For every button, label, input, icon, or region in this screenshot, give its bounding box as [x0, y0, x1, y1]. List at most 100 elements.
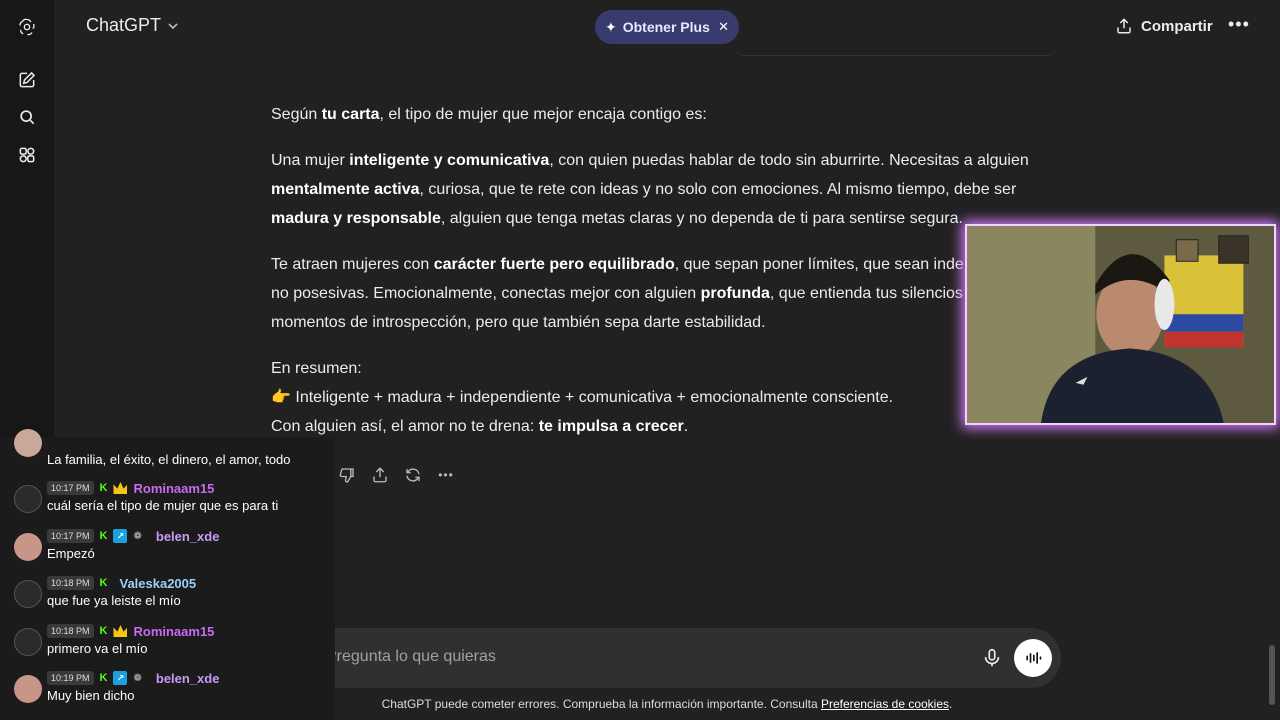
bold-span: profunda: [700, 285, 770, 302]
share-response-icon[interactable]: [369, 464, 391, 486]
message-paragraph: Según tu carta, el tipo de mujer que mej…: [271, 100, 1051, 129]
share-label: Compartir: [1141, 17, 1213, 35]
chat-username[interactable]: belen_xde: [156, 671, 220, 686]
chat-text: primero va el mío: [47, 641, 148, 656]
text-span: Te atraen mujeres con: [271, 256, 434, 273]
app-title: ChatGPT: [86, 15, 162, 35]
text-span: momentos de introspección, pero que tamb…: [271, 314, 766, 331]
avatar: [14, 429, 42, 457]
bold-span: tu carta: [321, 106, 380, 123]
new-chat-icon[interactable]: [13, 66, 41, 94]
chat-username[interactable]: Valeska2005: [119, 576, 196, 591]
chat-meta: 10:18 PM K Rominaam15: [47, 622, 214, 640]
chat-text: Muy bien dicho: [47, 688, 135, 703]
sub-badge-icon: ↗: [113, 529, 128, 543]
share-icon: [1117, 18, 1131, 34]
chat-message: 10:17 PM K Rominaam15 cuál sería el tipo…: [0, 479, 335, 525]
avatar: [14, 485, 42, 513]
voice-mode-icon[interactable]: [1014, 639, 1052, 677]
kick-badge-icon: K: [99, 482, 108, 494]
chevron-down-icon: [168, 22, 178, 29]
chat-text: cuál sería el tipo de mujer que es para …: [47, 498, 279, 513]
chat-message: La familia, el éxito, el dinero, el amor…: [0, 429, 335, 483]
regenerate-icon[interactable]: [402, 464, 424, 486]
disclaimer-end: .: [949, 697, 953, 711]
gpts-icon[interactable]: [13, 141, 41, 169]
message-paragraph: Te atraen mujeres con carácter fuerte pe…: [271, 250, 1051, 337]
prompt-input[interactable]: Pregunta lo que quieras: [326, 648, 496, 666]
pointing-hand-icon: 👉: [271, 389, 291, 406]
text-span: .: [683, 418, 689, 435]
sub-badge-icon: ↗: [113, 671, 128, 685]
get-plus-button[interactable]: ✦ Obtener Plus ✕: [595, 10, 739, 44]
scrollbar[interactable]: [1269, 645, 1275, 705]
chat-text: La familia, el éxito, el dinero, el amor…: [47, 452, 291, 467]
gift-icon: ❁: [133, 672, 142, 684]
crown-icon: [113, 625, 128, 637]
chat-meta: 10:19 PM K ↗ ❁ belen_xde: [47, 669, 219, 687]
bold-span: madura y responsable: [271, 210, 441, 227]
microphone-icon[interactable]: [981, 647, 1003, 669]
sparkle-icon: ✦: [605, 18, 617, 35]
chat-message: 10:17 PM K ↗ ❁ belen_xde Empezó: [0, 527, 335, 573]
share-button[interactable]: Compartir: [1115, 17, 1213, 35]
chat-timestamp: 10:17 PM: [47, 529, 94, 543]
avatar: [14, 580, 42, 608]
chat-timestamp: 10:18 PM: [47, 576, 94, 590]
kick-badge-icon: K: [99, 625, 108, 637]
chat-username[interactable]: belen_xde: [156, 529, 220, 544]
text-span: Con alguien así, el amor no te drena:: [271, 418, 539, 435]
avatar: [14, 533, 42, 561]
chat-timestamp: 10:18 PM: [47, 624, 94, 638]
disclaimer-text: ChatGPT puede cometer errores. Comprueba…: [381, 697, 821, 711]
text-span: Según: [271, 106, 322, 123]
more-options-icon[interactable]: •••: [435, 464, 457, 486]
close-icon[interactable]: ✕: [718, 19, 729, 35]
chat-username[interactable]: Rominaam15: [133, 624, 214, 639]
kick-badge-icon: K: [99, 672, 108, 684]
previous-message-edge: [733, 44, 1058, 56]
text-span: , el tipo de mujer que mejor encaja cont…: [379, 106, 707, 123]
bold-span: te impulsa a crecer: [538, 418, 684, 435]
kick-badge-icon: K: [99, 530, 108, 542]
chat-text: que fue ya leiste el mío: [47, 593, 181, 608]
text-span: , que sepan poner límites, que sean inde: [674, 256, 964, 273]
avatar: [14, 628, 42, 656]
chat-message: 10:18 PM K Valeska2005 que fue ya leiste…: [0, 574, 335, 620]
text-span: no posesivas. Emocionalmente, conectas m…: [271, 285, 701, 302]
chat-meta: 10:17 PM K Rominaam15: [47, 479, 214, 497]
webcam-overlay: [965, 224, 1276, 425]
message-paragraph: Una mujer inteligente y comunicativa, co…: [271, 146, 1051, 233]
chat-timestamp: 10:19 PM: [47, 671, 94, 685]
bold-span: inteligente y comunicativa: [349, 152, 550, 169]
avatar: [14, 675, 42, 703]
chat-meta: 10:18 PM K Valeska2005: [47, 574, 196, 592]
get-plus-label: Obtener Plus: [622, 19, 710, 35]
text-span: , curiosa, que te rete con ideas y no so…: [419, 181, 1017, 198]
model-selector[interactable]: ChatGPT: [86, 15, 179, 36]
prompt-composer: + Pregunta lo que quieras: [271, 628, 1061, 688]
bold-span: carácter fuerte pero equilibrado: [433, 256, 675, 273]
summary-label: En resumen:: [271, 360, 362, 377]
cookie-preferences-link[interactable]: Preferencias de cookies: [821, 697, 949, 711]
bold-span: mentalmente activa: [271, 181, 420, 198]
chat-message: 10:18 PM K Rominaam15 primero va el mío: [0, 622, 335, 668]
chat-timestamp: 10:17 PM: [47, 481, 94, 495]
search-icon[interactable]: [13, 103, 41, 131]
gift-icon: ❁: [133, 530, 142, 542]
chat-message: 10:19 PM K ↗ ❁ belen_xde Muy bien dicho: [0, 669, 335, 715]
text-span: , alguien que tenga metas claras y no de…: [440, 210, 963, 227]
more-icon[interactable]: •••: [1228, 14, 1250, 35]
text-span: , con quien puedas hablar de todo sin ab…: [549, 152, 1029, 169]
thumbs-down-icon[interactable]: [336, 464, 358, 486]
chatgpt-logo-icon[interactable]: [13, 13, 41, 41]
chat-username[interactable]: Rominaam15: [133, 481, 214, 496]
stream-chat: La familia, el éxito, el dinero, el amor…: [0, 429, 335, 720]
chat-meta: 10:17 PM K ↗ ❁ belen_xde: [47, 527, 219, 545]
summary-line: Inteligente + madura + independiente + c…: [295, 389, 894, 406]
crown-icon: [113, 482, 128, 494]
chat-text: Empezó: [47, 546, 95, 561]
assistant-message: Según tu carta, el tipo de mujer que mej…: [271, 100, 1051, 441]
text-span: , que entienda tus silencios: [769, 285, 963, 302]
kick-badge-icon: K: [99, 577, 108, 589]
